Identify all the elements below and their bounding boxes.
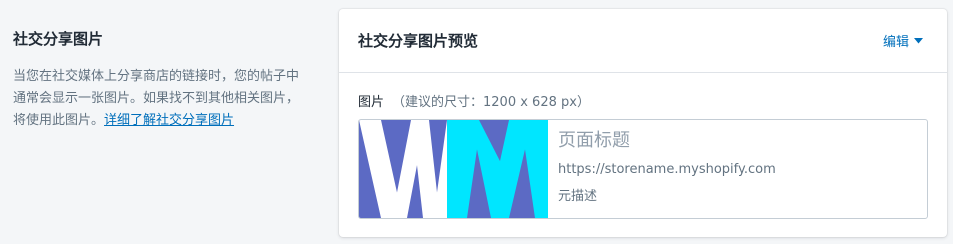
preview-url: https://storename.myshopify.com: [558, 162, 776, 177]
social-sharing-settings: 社交分享图片 当您在社交媒体上分享商店的链接时，您的帖子中通常会显示一张图片。如…: [0, 0, 953, 244]
section-description-column: 社交分享图片 当您在社交媒体上分享商店的链接时，您的帖子中通常会显示一张图片。如…: [13, 28, 313, 132]
card-body: 图片 （建议的尺寸：1200 x 628 px） 页面标题 https://sto…: [339, 73, 947, 219]
edit-dropdown-button[interactable]: 编辑: [883, 31, 923, 50]
image-label-row: 图片 （建议的尺寸：1200 x 628 px）: [358, 94, 928, 112]
preview-meta-description: 元描述: [558, 189, 598, 204]
share-preview-text: 页面标题 https://storename.myshopify.com 元描述: [548, 120, 786, 218]
section-description: 当您在社交媒体上分享商店的链接时，您的帖子中通常会显示一张图片。如果找不到其他相…: [13, 66, 301, 132]
section-heading: 社交分享图片: [13, 30, 104, 48]
edit-label: 编辑: [882, 35, 909, 50]
caret-down-icon: [914, 37, 923, 43]
learn-more-link[interactable]: 详细了解社交分享图片: [104, 113, 234, 128]
card-title: 社交分享图片预览: [358, 32, 479, 50]
preview-page-title: 页面标题: [558, 130, 630, 151]
share-image-thumbnail: [359, 120, 548, 218]
image-size-hint: （建议的尺寸：1200 x 628 px）: [392, 95, 590, 110]
image-label: 图片: [358, 95, 385, 110]
card-header: 社交分享图片预览 编辑: [339, 9, 947, 73]
social-preview-card: 社交分享图片预览 编辑 图片 （建议的尺寸：1200 x 628 px） 页面标…: [339, 9, 947, 237]
share-preview: 页面标题 https://storename.myshopify.com 元描述: [358, 119, 928, 219]
